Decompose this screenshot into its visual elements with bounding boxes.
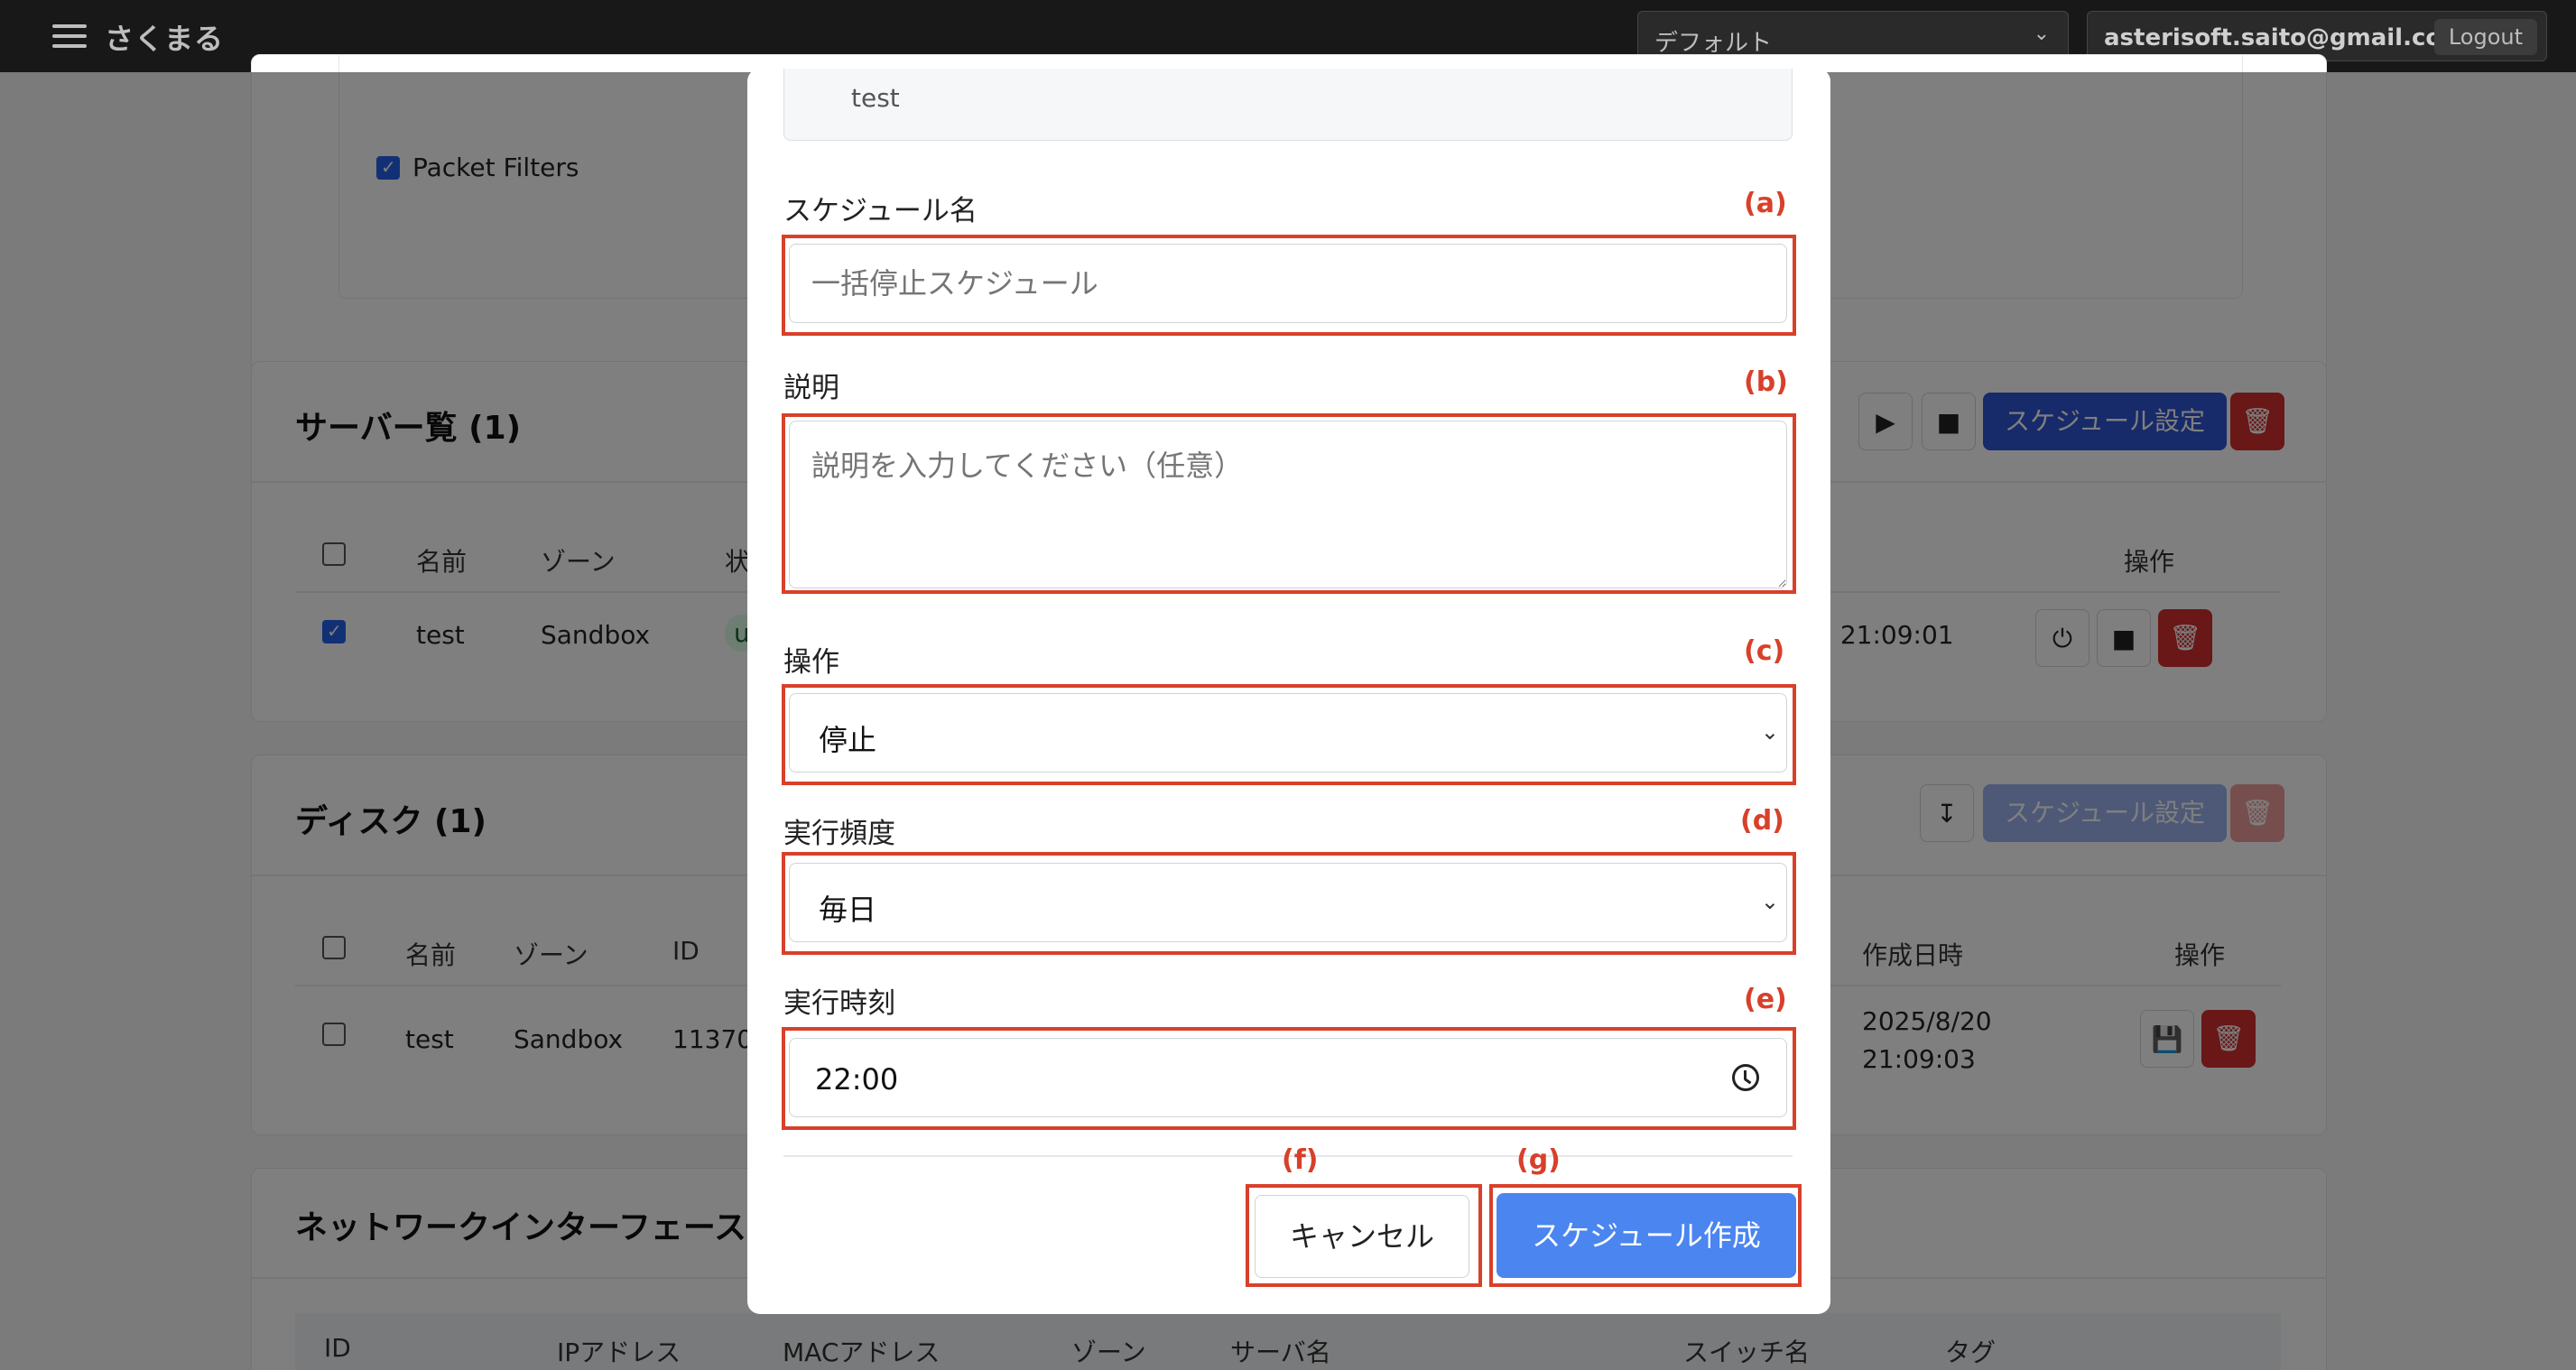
- operation-select[interactable]: 停止 ⌄: [789, 693, 1787, 773]
- create-schedule-button[interactable]: スケジュール作成: [1496, 1193, 1796, 1278]
- schedule-modal: test スケジュール名 (a) 説明 (b) 操作 (c) 停止 ⌄ 実行頻度…: [747, 69, 1830, 1314]
- clock-icon[interactable]: [1732, 1064, 1759, 1091]
- operation-label: 操作: [783, 646, 839, 679]
- app-title: さくまる: [105, 22, 225, 56]
- preview-item: test: [851, 83, 900, 113]
- schedule-name-input[interactable]: [789, 244, 1787, 323]
- frequency-select-value: 毎日: [819, 893, 877, 927]
- time-input-value: 22:00: [815, 1062, 899, 1097]
- schedule-name-label: スケジュール名: [783, 195, 978, 227]
- cancel-button[interactable]: キャンセル: [1255, 1195, 1469, 1278]
- description-label: 説明: [783, 372, 839, 404]
- frequency-select[interactable]: 毎日 ⌄: [789, 863, 1787, 942]
- marker-e: (e): [1744, 984, 1787, 1015]
- marker-a: (a): [1744, 188, 1787, 219]
- chevron-down-icon: ⌄: [1760, 719, 1779, 745]
- time-label: 実行時刻: [783, 987, 895, 1020]
- operation-select-value: 停止: [819, 723, 877, 757]
- marker-f: (f): [1282, 1144, 1319, 1176]
- marker-b: (b): [1744, 366, 1788, 398]
- selected-items-preview: test: [783, 69, 1793, 141]
- frequency-label: 実行頻度: [783, 818, 895, 850]
- marker-d: (d): [1740, 805, 1784, 837]
- hamburger-menu-icon[interactable]: [52, 24, 87, 50]
- description-textarea[interactable]: [789, 421, 1787, 588]
- marker-c: (c): [1744, 635, 1785, 667]
- chevron-down-icon: ⌄: [1760, 889, 1779, 914]
- project-select-value: デフォルト: [1654, 30, 1773, 57]
- logout-button[interactable]: Logout: [2433, 19, 2537, 55]
- marker-g: (g): [1516, 1144, 1561, 1176]
- user-email: asterisoft.saito@gmail.com: [2104, 24, 2467, 51]
- time-input[interactable]: 22:00: [789, 1038, 1787, 1117]
- chevron-down-icon: ⌄: [2033, 23, 2050, 45]
